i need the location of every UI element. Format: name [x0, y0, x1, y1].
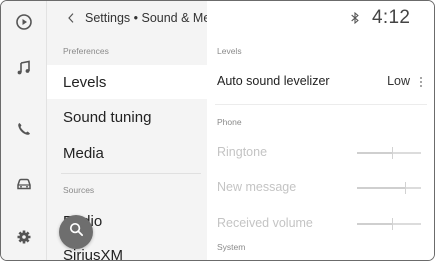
ringtone-slider[interactable] [357, 147, 421, 159]
back-button[interactable] [64, 10, 78, 26]
app-window: Settings • Sound & Media Preferences Lev… [0, 0, 435, 261]
more-options-icon[interactable] [419, 75, 423, 87]
levels-section-label: Levels [217, 46, 242, 56]
slider-thumb[interactable] [405, 182, 406, 194]
setting-label: New message [217, 180, 297, 194]
bluetooth-icon [350, 11, 362, 27]
setting-label: Auto sound levelizer [217, 74, 330, 88]
search-icon [69, 222, 84, 242]
new-message-slider[interactable] [357, 182, 421, 194]
clock: 4:12 [372, 7, 411, 28]
search-button[interactable] [59, 215, 93, 249]
slider-thumb[interactable] [392, 147, 393, 159]
system-section-label: System [217, 242, 246, 252]
sidebar-item-media[interactable]: Media [47, 136, 207, 170]
preferences-section-label: Preferences [63, 46, 109, 56]
settings-icon[interactable] [13, 226, 35, 248]
new-message-row: New message [207, 171, 434, 205]
received-volume-row: Received volume [207, 207, 434, 241]
sidebar-item-label: Sound tuning [63, 108, 152, 126]
status-bar: 4:12 [207, 1, 434, 37]
received-volume-slider[interactable] [357, 218, 421, 230]
setting-label: Received volume [217, 216, 313, 230]
detail-panel: 4:12 Levels Auto sound levelizer Low Pho… [207, 1, 434, 260]
setting-value: Low [387, 74, 410, 88]
page-title: Settings • Sound & Media [85, 11, 207, 25]
play-icon[interactable] [13, 11, 35, 33]
music-icon[interactable] [13, 57, 35, 79]
divider [215, 104, 427, 105]
sidebar-item-label: Media [63, 144, 104, 162]
auto-sound-levelizer-row[interactable]: Auto sound levelizer Low [207, 65, 434, 99]
slider-fill [357, 187, 405, 189]
setting-label: Ringtone [217, 145, 268, 159]
sidebar-item-levels[interactable]: Levels [47, 65, 207, 99]
sources-section-label: Sources [63, 185, 95, 195]
slider-thumb[interactable] [392, 218, 393, 230]
sidebar-item-sound-tuning[interactable]: Sound tuning [47, 100, 207, 134]
phone-section-label: Phone [217, 117, 242, 127]
slider-fill [357, 223, 392, 225]
divider [61, 173, 201, 174]
sidebar-item-label: Levels [63, 73, 107, 91]
phone-icon[interactable] [13, 118, 35, 140]
slider-fill [357, 152, 392, 154]
breadcrumb: Settings • Sound & Media [47, 1, 207, 37]
nav-rail [1, 1, 47, 260]
car-icon[interactable] [13, 173, 35, 195]
ringtone-row: Ringtone [207, 136, 434, 170]
